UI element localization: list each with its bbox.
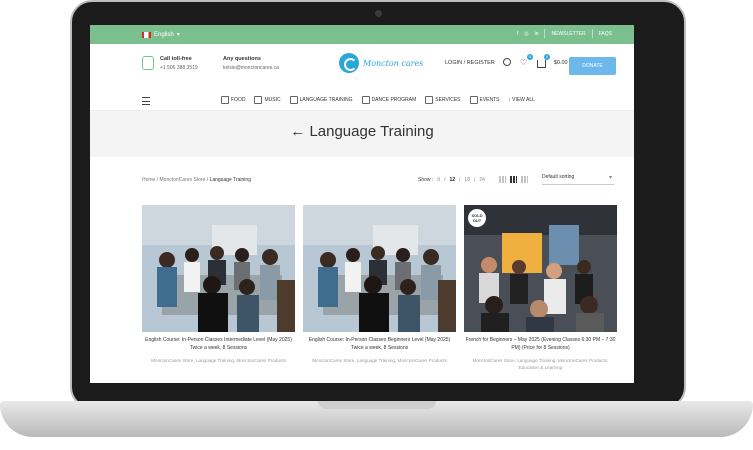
sold-out-badge: SOLD OUT [468, 209, 486, 227]
menu-icon[interactable] [142, 97, 150, 105]
show-option-24[interactable]: 24 [479, 177, 485, 183]
breadcrumb-current: Language Training [209, 177, 251, 183]
search-icon [502, 58, 511, 66]
instagram-icon[interactable]: ◎ [524, 31, 528, 37]
grid-3-icon[interactable] [509, 176, 517, 183]
nav-item-music[interactable]: MUSIC [254, 96, 281, 104]
main-nav: FOOD MUSIC LANGUAGE TRAINING DANCE PROGR… [90, 92, 634, 111]
cart-button[interactable]: 0 [536, 54, 550, 68]
product-image[interactable] [303, 205, 456, 332]
food-icon [221, 96, 229, 104]
page-title: ← Language Training [90, 123, 634, 140]
product-card[interactable]: English Course: In-Person Classes Beginn… [303, 205, 456, 364]
top-links: f ◎ in NEWSLETTER FAQS [517, 29, 612, 38]
phone-icon [142, 56, 154, 70]
nav-label: MUSIC [264, 97, 281, 103]
list-icon: ⁝ [508, 97, 511, 103]
faqs-link[interactable]: FAQS [599, 31, 612, 37]
logo-icon [339, 53, 359, 73]
nav-item-view-all[interactable]: ⁝ VIEW ALL [509, 96, 535, 104]
breadcrumb-store[interactable]: MonctonCares Store [160, 177, 206, 183]
linkedin-icon[interactable]: in [535, 31, 539, 37]
nav-item-language-training[interactable]: LANGUAGE TRAINING [289, 96, 353, 104]
music-icon [254, 96, 263, 104]
breadcrumb: Home / MonctonCares Store / Language Tra… [142, 177, 251, 183]
product-title[interactable]: French for Beginners – May 2025 (Evening… [464, 337, 617, 352]
nav-label: EVENTS [479, 97, 500, 103]
call-number[interactable]: +1 506 388 3519 [160, 65, 198, 71]
product-image[interactable]: SOLD OUT [464, 205, 617, 332]
product-categories[interactable]: MonctonCares Store, Language Training, M… [303, 357, 456, 364]
nav-item-food[interactable]: FOOD [221, 96, 245, 104]
back-arrow-icon[interactable]: ← [290, 123, 305, 140]
show-option-9[interactable]: 9 [437, 177, 440, 183]
divider [591, 29, 593, 38]
questions-info: Any questions kelsie@monctoncares.ca [223, 56, 279, 71]
nav-item-services[interactable]: SERVICES [425, 96, 461, 104]
donate-button[interactable]: DONATE [569, 57, 616, 75]
header-actions: LOGIN / REGISTER ♡ 0 0 $0.00 [445, 54, 568, 68]
events-icon [469, 96, 478, 104]
product-categories[interactable]: MonctonCares Store, Language Training, M… [464, 357, 617, 371]
call-title: Call toll-free [160, 56, 192, 62]
grid-2-icon[interactable] [498, 176, 506, 183]
grid-4-icon[interactable] [520, 176, 528, 183]
cart-total[interactable]: $0.00 [554, 60, 568, 66]
nav-label: FOOD [231, 97, 246, 103]
site-header: Call toll-free +1 506 388 3519 Any quest… [90, 44, 634, 92]
cart-count: 0 [543, 54, 550, 60]
divider [544, 29, 546, 38]
services-icon [425, 96, 434, 104]
call-info: Call toll-free +1 506 388 3519 [142, 56, 198, 71]
product-title[interactable]: English Course: In-Person Classes Interm… [142, 337, 295, 352]
page-hero: ← Language Training [90, 111, 634, 157]
newsletter-link[interactable]: NEWSLETTER [551, 31, 585, 37]
show-option-12[interactable]: 12 [449, 177, 455, 183]
browser-screen: English ▾ f ◎ in NEWSLETTER FAQS Call to… [90, 25, 634, 383]
breadcrumb-home[interactable]: Home [142, 177, 155, 183]
flag-icon [142, 31, 151, 38]
nav-item-dance-program[interactable]: DANCE PROGRAM [361, 96, 417, 104]
cart-icon [536, 60, 546, 68]
wishlist-count: 0 [526, 54, 533, 60]
product-categories[interactable]: MonctonCares Store, Language Training, M… [142, 357, 295, 364]
site-logo[interactable]: Moncton cares [339, 53, 423, 73]
camera-icon [375, 10, 382, 17]
heart-icon: ♡ [519, 58, 527, 67]
nav-items: FOOD MUSIC LANGUAGE TRAINING DANCE PROGR… [221, 96, 535, 104]
page-title-text: Language Training [309, 123, 434, 140]
product-card[interactable]: SOLD OUT French for Beginners – May 2025… [464, 205, 617, 371]
logo-text: Moncton cares [363, 58, 424, 68]
language-label: English [154, 31, 174, 38]
nav-item-events[interactable]: EVENTS [469, 96, 500, 104]
search-button[interactable] [502, 58, 512, 67]
nav-label: SERVICES [435, 97, 461, 103]
nav-label: DANCE PROGRAM [371, 97, 417, 103]
language-selector[interactable]: English ▾ [142, 29, 180, 40]
product-card[interactable]: English Course: In-Person Classes Interm… [142, 205, 295, 364]
nav-label: LANGUAGE TRAINING [299, 97, 353, 103]
questions-title: Any questions [223, 56, 261, 62]
facebook-icon[interactable]: f [517, 31, 518, 37]
product-title[interactable]: English Course: In-Person Classes Beginn… [303, 337, 456, 352]
product-image[interactable] [142, 205, 295, 332]
show-per-page: Show : 9/ 12/ 18/ 24 [418, 176, 528, 183]
laptop-notch [318, 401, 436, 409]
show-label: Show : [418, 176, 434, 183]
questions-email[interactable]: kelsie@monctoncares.ca [223, 65, 279, 71]
chevron-down-icon: ▾ [176, 32, 180, 38]
nav-label: VIEW ALL [512, 97, 535, 103]
language-icon [289, 96, 298, 104]
sort-select[interactable]: Default sorting [542, 174, 614, 185]
dance-icon [361, 96, 370, 104]
show-option-18[interactable]: 18 [464, 177, 470, 183]
top-bar: English ▾ f ◎ in NEWSLETTER FAQS [90, 25, 634, 44]
login-register-link[interactable]: LOGIN / REGISTER [445, 60, 495, 66]
wishlist-button[interactable]: ♡ 0 [519, 54, 533, 67]
